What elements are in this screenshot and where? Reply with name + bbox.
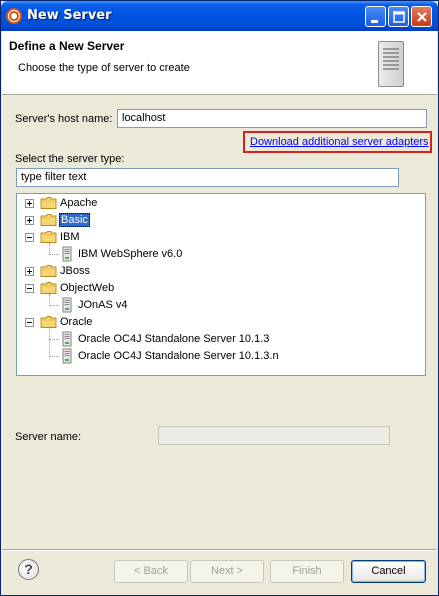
wizard-content: Server's host name: localhost Download a… bbox=[2, 96, 437, 551]
folder-icon bbox=[40, 230, 58, 244]
folder-icon bbox=[40, 281, 58, 295]
finish-button[interactable]: Finish bbox=[270, 560, 344, 583]
collapse-icon[interactable] bbox=[25, 233, 34, 242]
download-adapters-link[interactable]: Download additional server adapters bbox=[250, 136, 429, 148]
tree-connector bbox=[49, 294, 50, 306]
expand-icon[interactable] bbox=[25, 199, 34, 208]
help-icon[interactable]: ? bbox=[18, 559, 39, 580]
folder-icon bbox=[40, 264, 58, 278]
folder-icon bbox=[40, 315, 58, 329]
close-button[interactable] bbox=[411, 6, 432, 27]
expand-icon[interactable] bbox=[25, 267, 34, 276]
tree-server-label[interactable]: Oracle OC4J Standalone Server 10.1.3.n bbox=[77, 350, 280, 362]
server-type-label: Select the server type: bbox=[15, 153, 125, 165]
cancel-button[interactable]: Cancel bbox=[351, 560, 426, 583]
server-icon bbox=[378, 41, 404, 87]
tree-connector bbox=[49, 328, 50, 357]
tree-category-label[interactable]: IBM bbox=[59, 231, 81, 243]
next-button[interactable]: Next > bbox=[190, 560, 264, 583]
wizard-header: Define a New Server Choose the type of s… bbox=[2, 31, 437, 95]
tree-category-label[interactable]: Oracle bbox=[59, 316, 93, 328]
host-name-label: Server's host name: bbox=[15, 113, 113, 125]
tree-category-label[interactable]: Basic bbox=[59, 213, 90, 227]
server-runtime-icon bbox=[61, 331, 73, 347]
maximize-button[interactable] bbox=[388, 6, 409, 27]
collapse-icon[interactable] bbox=[25, 284, 34, 293]
tree-connector bbox=[49, 243, 50, 255]
page-title: Define a New Server bbox=[9, 39, 125, 53]
button-separator bbox=[2, 549, 437, 551]
folder-icon bbox=[40, 196, 58, 210]
server-runtime-icon bbox=[61, 348, 73, 364]
server-runtime-icon bbox=[61, 246, 73, 262]
server-name-field[interactable] bbox=[158, 426, 390, 445]
collapse-icon[interactable] bbox=[25, 318, 34, 327]
server-type-tree[interactable]: Apache Basic IBM IBM WebSphere v6.0 JBoss Obj… bbox=[16, 193, 426, 376]
filter-input[interactable]: type filter text bbox=[16, 168, 399, 187]
tree-server-label[interactable]: JOnAS v4 bbox=[77, 299, 129, 311]
folder-icon bbox=[40, 213, 58, 227]
tree-category-label[interactable]: JBoss bbox=[59, 265, 91, 277]
new-server-dialog: New Server Define a New Server Choose th… bbox=[0, 0, 439, 596]
expand-icon[interactable] bbox=[25, 216, 34, 225]
window-title: New Server bbox=[27, 8, 112, 23]
tree-server-label[interactable]: IBM WebSphere v6.0 bbox=[77, 248, 183, 260]
eclipse-icon bbox=[6, 8, 22, 24]
tree-connector bbox=[49, 339, 59, 340]
title-bar[interactable]: New Server bbox=[1, 1, 438, 31]
tree-category-label[interactable]: ObjectWeb bbox=[59, 282, 115, 294]
tree-server-label[interactable]: Oracle OC4J Standalone Server 10.1.3 bbox=[77, 333, 270, 345]
download-link-highlight: Download additional server adapters bbox=[243, 131, 432, 153]
page-subtitle: Choose the type of server to create bbox=[18, 62, 190, 74]
minimize-button[interactable] bbox=[365, 6, 386, 27]
host-name-field[interactable]: localhost bbox=[117, 109, 427, 128]
tree-connector bbox=[49, 254, 59, 255]
tree-connector bbox=[49, 305, 59, 306]
tree-category-label[interactable]: Apache bbox=[59, 197, 98, 209]
server-name-label: Server name: bbox=[15, 431, 82, 443]
tree-connector bbox=[49, 356, 59, 357]
server-runtime-icon bbox=[61, 297, 73, 313]
back-button[interactable]: < Back bbox=[114, 560, 188, 583]
